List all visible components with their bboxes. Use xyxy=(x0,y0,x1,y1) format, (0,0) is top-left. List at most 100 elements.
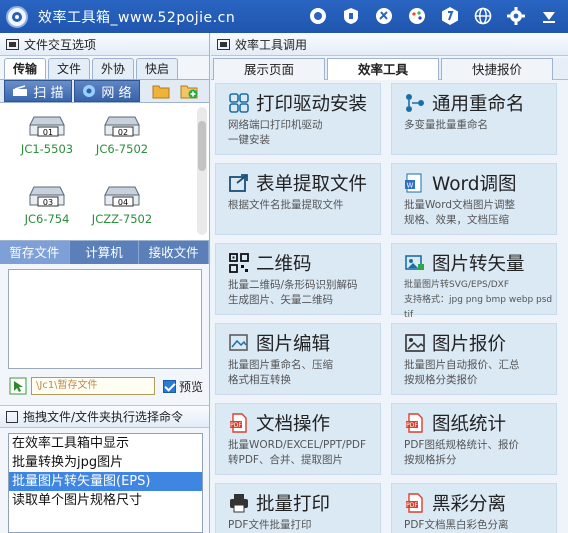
tab-file[interactable]: 文件 xyxy=(48,58,91,79)
tool-tile-image-edit[interactable]: 图片编辑 批量图片重命名、压缩 格式相互转换 xyxy=(215,323,381,395)
word-icon: W xyxy=(404,172,426,194)
device-list-scrollbar[interactable] xyxy=(197,107,207,235)
tool-desc: 网络端口打印机驱动 一键安装 xyxy=(228,119,323,146)
svg-text:PDF: PDF xyxy=(406,502,418,509)
preview-checkbox[interactable] xyxy=(163,379,176,393)
svg-text:W: W xyxy=(407,182,414,190)
tool-title: Word调图 xyxy=(432,174,517,195)
left-panel-title: 文件交互选项 xyxy=(24,37,97,52)
network-icon xyxy=(83,85,96,97)
right-panel-header: 效率工具调用 xyxy=(211,33,568,56)
tool-tile-bw-split[interactable]: PDF 黑彩分离 PDF文档黑白彩色分离 xyxy=(391,483,557,533)
right-panel-title: 效率工具调用 xyxy=(235,37,308,52)
form-extract-icon xyxy=(228,172,250,194)
printer-icon: 01 xyxy=(28,111,66,139)
tool-title: 通用重命名 xyxy=(432,94,525,115)
tab-received-files[interactable]: 接收文件 xyxy=(139,241,210,264)
folder-icon[interactable] xyxy=(152,83,170,99)
document-ops-icon: PDF xyxy=(228,412,250,434)
app-logo-icon xyxy=(6,5,28,28)
drag-command-header: 拖拽文件/文件夹执行选择命令 xyxy=(0,405,209,428)
device-item[interactable]: 02 JC6-7502 xyxy=(87,111,157,156)
gear-icon[interactable] xyxy=(504,4,527,27)
tool-desc: PDF文件批量打印 xyxy=(228,519,312,531)
add-folder-icon[interactable] xyxy=(180,83,198,99)
image-edit-icon xyxy=(228,332,250,354)
tab-quick-quote[interactable]: 快捷报价 xyxy=(441,58,553,80)
left-panel: 文件交互选项 传输 文件 外协 快启 扫 描 网 络 01 JC1-5503 0… xyxy=(0,33,210,533)
tab-quick-launch[interactable]: 快启 xyxy=(136,58,179,79)
tab-temp-files[interactable]: 暂存文件 xyxy=(0,241,70,264)
minimize-arrow-icon[interactable] xyxy=(537,4,560,27)
device-item[interactable]: 01 JC1-5503 xyxy=(12,111,82,156)
device-badge: 02 xyxy=(118,128,128,137)
tool-title: 表单提取文件 xyxy=(256,174,368,195)
tool-tile-rename[interactable]: 通用重命名 多变量批量重命名 xyxy=(391,83,557,155)
right-tabs: 展示页面 效率工具 快捷报价 xyxy=(211,58,568,80)
batch-print-icon xyxy=(228,492,250,514)
command-item[interactable]: 在效率工具箱中显示 xyxy=(9,434,202,453)
document-icon xyxy=(6,410,18,423)
device-label: JC6-754 xyxy=(24,212,70,226)
device-label: JCZZ-7502 xyxy=(91,212,153,226)
rename-icon xyxy=(404,92,426,114)
device-item[interactable]: 04 JCZZ-7502 xyxy=(87,181,157,226)
print-driver-icon xyxy=(228,92,250,114)
scan-label: 扫 描 xyxy=(33,85,64,101)
command-item[interactable]: 批量转换为jpg图片 xyxy=(9,453,202,472)
tab-display-page[interactable]: 展示页面 xyxy=(213,58,325,80)
tab-computer[interactable]: 计算机 xyxy=(70,241,140,264)
globe-icon[interactable] xyxy=(471,4,494,27)
scan-button[interactable]: 扫 描 xyxy=(4,80,72,102)
cursor-select-icon[interactable] xyxy=(9,377,27,395)
tab-outsource[interactable]: 外协 xyxy=(92,58,135,79)
command-list: 在效率工具箱中显示 批量转换为jpg图片 批量图片转矢量图(EPS) 读取单个图… xyxy=(8,433,203,533)
tool-tile-document[interactable]: PDF 文档操作 批量WORD/EXCEL/PPT/PDF 转PDF、合并、提取… xyxy=(215,403,381,475)
qrcode-icon xyxy=(228,252,250,274)
tool-tile-image-quote[interactable]: 图片报价 批量图片自动报价、汇总 按规格分类报价 xyxy=(391,323,557,395)
tool-desc: 批量二维码/条形码识别解码 生成图片、矢量二维码 xyxy=(228,279,358,306)
tool-tile-image-vector[interactable]: 图片转矢量 批量图片转SVG/EPS/DXF 支持格式：jpg png bmp … xyxy=(391,243,557,320)
device-item[interactable]: 03 JC6-754 xyxy=(12,181,82,226)
printer-icon: 03 xyxy=(28,181,66,209)
drawing-stats-icon: PDF xyxy=(404,412,426,434)
file-drop-area[interactable] xyxy=(8,269,202,369)
tool-tile-drawing-stats[interactable]: PDF 图纸统计 PDF图纸规格统计、报价 按规格拆分 xyxy=(391,403,557,475)
left-panel-header: 文件交互选项 xyxy=(0,33,209,56)
path-field[interactable]: \Jc1\暂存文件 xyxy=(31,377,155,395)
svg-text:PDF: PDF xyxy=(406,422,418,429)
command-item[interactable]: 读取单个图片规格尺寸 xyxy=(9,491,202,510)
network-button[interactable]: 网 络 xyxy=(74,80,140,102)
svg-text:PDF: PDF xyxy=(230,422,242,429)
tab-transfer[interactable]: 传输 xyxy=(4,58,47,79)
tool-tile-qrcode[interactable]: 二维码 批量二维码/条形码识别解码 生成图片、矢量二维码 xyxy=(215,243,381,315)
tab-efficiency-tools[interactable]: 效率工具 xyxy=(327,58,439,80)
right-panel: 效率工具调用 展示页面 效率工具 快捷报价 打印驱动安装 网络端口打印机驱动 一… xyxy=(211,33,568,533)
tool-title: 批量打印 xyxy=(256,494,331,515)
image-quote-icon xyxy=(404,332,426,354)
tool-tile-print-driver[interactable]: 打印驱动安装 网络端口打印机驱动 一键安装 xyxy=(215,83,381,155)
command-item-selected[interactable]: 批量图片转矢量图(EPS) xyxy=(9,472,202,491)
tool-title: 打印驱动安装 xyxy=(256,94,368,115)
shield-icon[interactable] xyxy=(339,4,362,27)
window-icon xyxy=(6,38,19,50)
tool-desc: 多变量批量重命名 xyxy=(404,119,488,131)
palette-icon[interactable] xyxy=(405,4,428,27)
tool-tile-batch-print[interactable]: 批量打印 PDF文件批量打印 xyxy=(215,483,381,533)
tool-title: 图片报价 xyxy=(432,334,507,355)
app-switch-icon[interactable] xyxy=(306,4,329,27)
hexagon-app-icon[interactable] xyxy=(438,4,461,27)
tool-tile-form-extract[interactable]: 表单提取文件 根据文件名批量提取文件 xyxy=(215,163,381,235)
tool-desc: PDF文档黑白彩色分离 xyxy=(404,519,509,531)
tool-desc: 批量图片自动报价、汇总 按规格分类报价 xyxy=(404,359,520,386)
tool-desc: 批量图片重命名、压缩 格式相互转换 xyxy=(228,359,333,386)
tool-title: 二维码 xyxy=(256,254,312,275)
tool-desc: 根据文件名批量提取文件 xyxy=(228,199,344,211)
tool-title: 图片转矢量 xyxy=(432,254,525,275)
tool-tile-word[interactable]: W Word调图 批量Word文档图片调整 规格、效果，文档压缩 xyxy=(391,163,557,235)
window-icon xyxy=(217,38,230,50)
device-badge: 01 xyxy=(43,128,53,137)
tools-icon[interactable] xyxy=(372,4,395,27)
tool-desc: 批量图片转SVG/EPS/DXF 支持格式：jpg png bmp webp p… xyxy=(404,280,553,320)
drag-command-title: 拖拽文件/文件夹执行选择命令 xyxy=(23,410,184,424)
